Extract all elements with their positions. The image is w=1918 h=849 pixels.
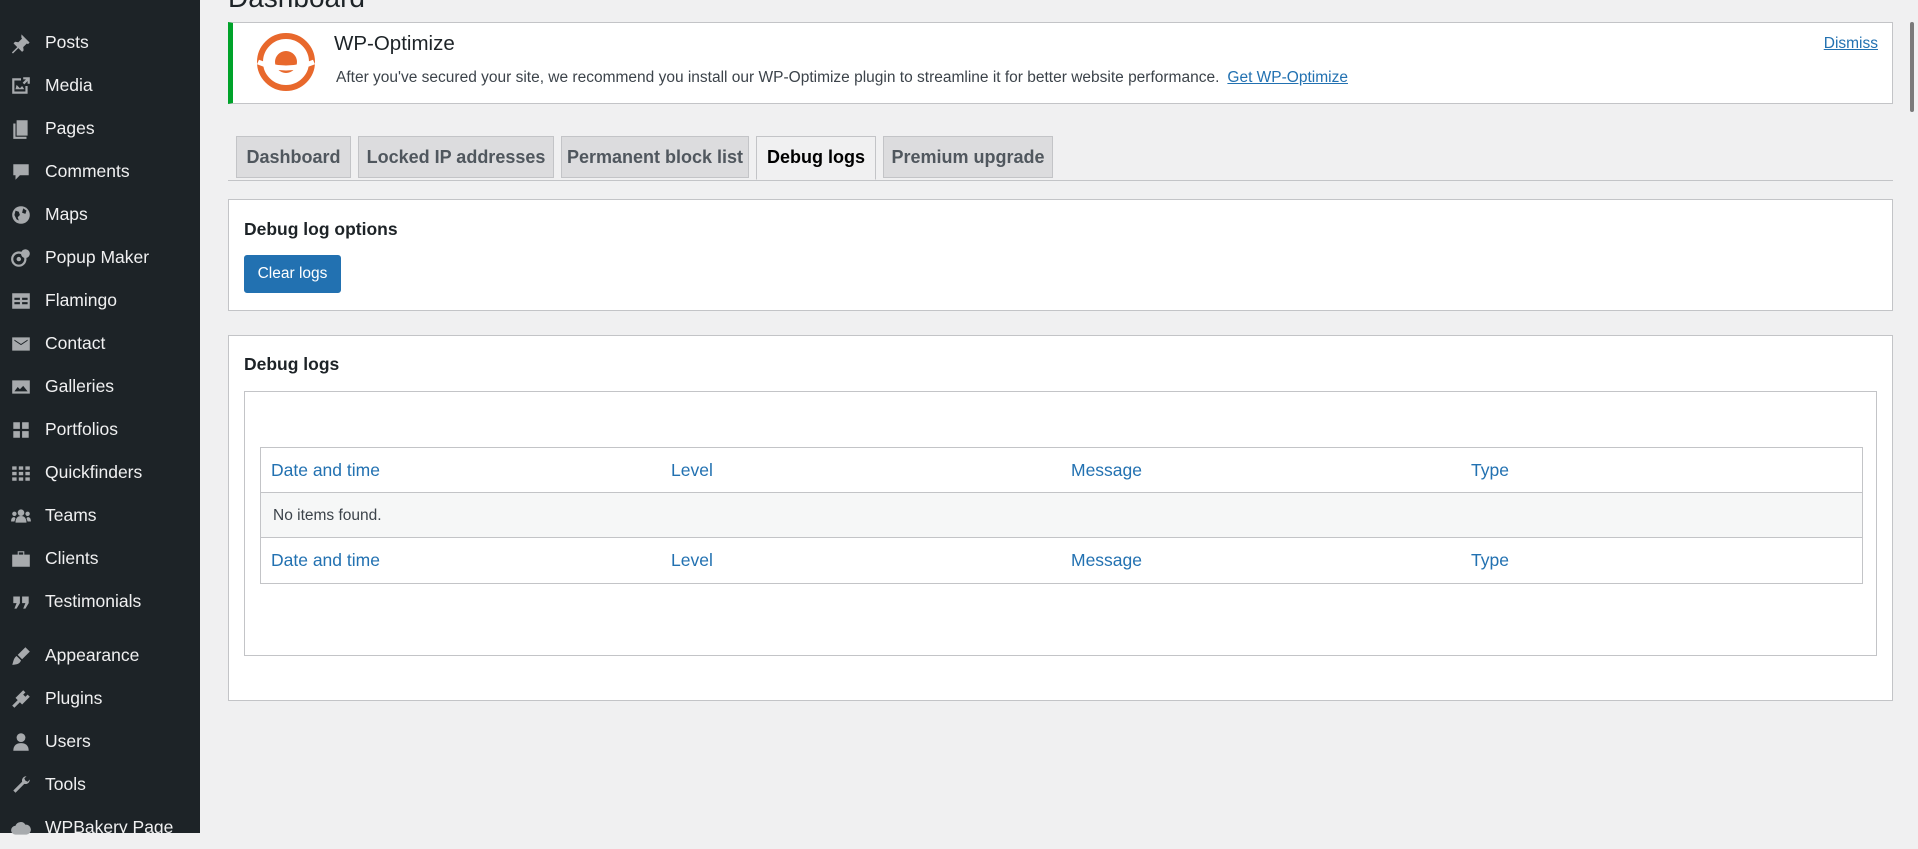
column-header-message[interactable]: Message <box>1071 448 1142 493</box>
table-header-row: Date and time Level Message Type <box>261 448 1862 493</box>
main-content: Dashboard WP-Optimize After you've secur… <box>200 0 1918 833</box>
globe-icon <box>10 204 32 226</box>
wp-optimize-logo-icon <box>257 33 315 91</box>
sidebar-item-label: Plugins <box>45 688 103 708</box>
sidebar-item-label: Media <box>45 75 93 95</box>
dismiss-link[interactable]: Dismiss <box>1824 35 1878 53</box>
sidebar-item-teams[interactable]: Teams <box>0 494 200 537</box>
wrench-icon <box>10 774 32 796</box>
sidebar-item-flamingo[interactable]: Flamingo <box>0 279 200 322</box>
cloud-icon <box>10 817 32 839</box>
tab-debug-logs[interactable]: Debug logs <box>756 136 876 180</box>
sidebar-item-quickfinders[interactable]: Quickfinders <box>0 451 200 494</box>
sidebar-item-label: Galleries <box>45 376 115 396</box>
column-header-type[interactable]: Type <box>1471 448 1509 493</box>
sidebar-item-media[interactable]: Media <box>0 64 200 107</box>
page-scrollbar[interactable] <box>1908 0 1918 833</box>
column-footer-level[interactable]: Level <box>671 538 713 583</box>
sidebar-item-contact[interactable]: Contact <box>0 322 200 365</box>
sidebar-item-testimonials[interactable]: Testimonials <box>0 580 200 623</box>
sidebar-item-comments[interactable]: Comments <box>0 150 200 193</box>
table-row: No items found. <box>261 493 1862 538</box>
sidebar-item-label: Portfolios <box>45 419 118 439</box>
column-footer-message[interactable]: Message <box>1071 538 1142 583</box>
sidebar-item-label: Users <box>45 731 91 751</box>
table-footer-row: Date and time Level Message Type <box>261 538 1862 583</box>
clear-logs-button[interactable]: Clear logs <box>244 255 341 293</box>
panel-title: Debug log options <box>244 219 398 239</box>
sidebar-item-label: Popup Maker <box>45 247 150 267</box>
sidebar-item-maps[interactable]: Maps <box>0 193 200 236</box>
sidebar-item-label: Pages <box>45 118 95 138</box>
tab-locked-ip-addresses[interactable]: Locked IP addresses <box>358 136 554 178</box>
feedback-icon <box>10 290 32 312</box>
sidebar-item-label: Teams <box>45 505 97 525</box>
sidebar-item-plugins[interactable]: Plugins <box>0 677 200 720</box>
list-grid-icon <box>10 462 32 484</box>
sidebar-item-popup-maker[interactable]: Popup Maker <box>0 236 200 279</box>
sidebar-item-label: Maps <box>45 204 88 224</box>
wp-optimize-notice: WP-Optimize After you've secured your si… <box>228 22 1893 104</box>
sidebar-item-clients[interactable]: Clients <box>0 537 200 580</box>
scrollbar-thumb[interactable] <box>1910 22 1914 112</box>
brush-icon <box>10 645 32 667</box>
get-wp-optimize-link[interactable]: Get WP-Optimize <box>1227 69 1348 86</box>
sidebar-item-tools[interactable]: Tools <box>0 763 200 806</box>
sidebar-item-label: Flamingo <box>45 290 117 310</box>
sidebar-item-users[interactable]: Users <box>0 720 200 763</box>
page-title: Dashboard <box>228 0 365 14</box>
image-icon <box>10 376 32 398</box>
groups-icon <box>10 505 32 527</box>
sidebar-item-label: Tools <box>45 774 86 794</box>
sidebar-item-label: WPBakery Page <box>45 817 174 837</box>
sidebar-item-label: Quickfinders <box>45 462 143 482</box>
quote-icon <box>10 591 32 613</box>
pages-icon <box>10 118 32 140</box>
comment-icon <box>10 161 32 183</box>
sidebar-item-label: Posts <box>45 32 89 52</box>
sidebar-item-label: Appearance <box>45 645 140 665</box>
debug-logs-panel: Debug logs Date and time Level Message T… <box>228 335 1893 701</box>
notice-title: WP-Optimize <box>334 32 455 55</box>
panel-title: Debug logs <box>244 354 340 374</box>
sidebar-item-label: Contact <box>45 333 106 353</box>
grid-icon <box>10 419 32 441</box>
email-icon <box>10 333 32 355</box>
sidebar-item-galleries[interactable]: Galleries <box>0 365 200 408</box>
pin-icon <box>10 32 32 54</box>
notice-message: After you've secured your site, we recom… <box>336 69 1348 87</box>
tab-permanent-block-list[interactable]: Permanent block list <box>561 136 749 178</box>
sidebar-item-label: Comments <box>45 161 130 181</box>
popup-icon <box>10 247 32 269</box>
plug-icon <box>10 688 32 710</box>
sidebar-item-pages[interactable]: Pages <box>0 107 200 150</box>
user-icon <box>10 731 32 753</box>
column-footer-date-time[interactable]: Date and time <box>271 538 380 583</box>
tab-dashboard[interactable]: Dashboard <box>236 136 351 178</box>
sidebar-item-portfolios[interactable]: Portfolios <box>0 408 200 451</box>
notice-text: After you've secured your site, we recom… <box>336 69 1220 86</box>
no-items-message: No items found. <box>273 507 382 524</box>
tab-bar: Dashboard Locked IP addresses Permanent … <box>228 136 1893 181</box>
debug-log-options-panel: Debug log options Clear logs <box>228 199 1893 311</box>
media-icon <box>10 75 32 97</box>
briefcase-icon <box>10 548 32 570</box>
logs-table: Date and time Level Message Type No item… <box>260 447 1863 584</box>
tab-premium-upgrade[interactable]: Premium upgrade <box>883 136 1053 178</box>
admin-sidebar: Posts Media Pages Comments Maps Popup Ma… <box>0 0 200 837</box>
column-header-date-time[interactable]: Date and time <box>271 448 380 493</box>
sidebar-item-label: Clients <box>45 548 99 568</box>
column-header-level[interactable]: Level <box>671 448 713 493</box>
column-footer-type[interactable]: Type <box>1471 538 1509 583</box>
sidebar-item-posts[interactable]: Posts <box>0 21 200 64</box>
sidebar-item-appearance[interactable]: Appearance <box>0 634 200 677</box>
sidebar-item-wpbakery[interactable]: WPBakery Page <box>0 806 200 849</box>
sidebar-item-label: Testimonials <box>45 591 142 611</box>
logs-table-container: Date and time Level Message Type No item… <box>244 391 1877 656</box>
